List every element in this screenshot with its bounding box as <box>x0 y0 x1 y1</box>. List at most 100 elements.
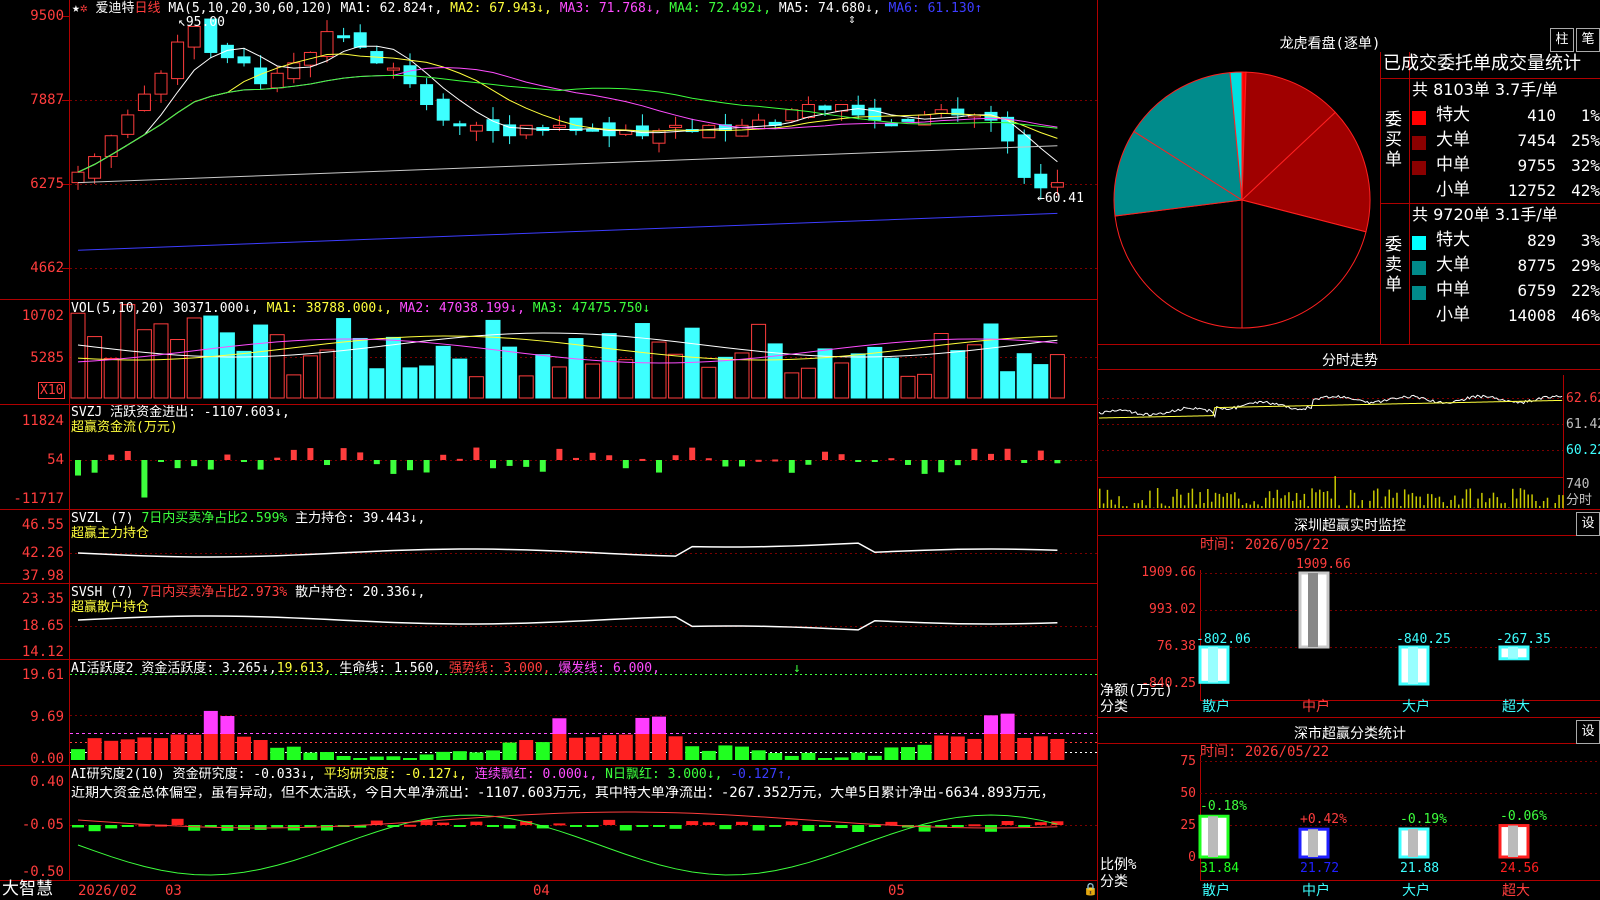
fenshi-ytick-1: 61.42 <box>1566 417 1600 432</box>
period-label[interactable]: 日线 <box>135 1 161 16</box>
ai1-base-bar <box>120 739 135 760</box>
volume-bar <box>800 367 816 399</box>
ai1-v4: 强势线: 3.000, <box>448 661 551 676</box>
ai1-base-bar <box>535 742 550 760</box>
svsh-hold: 散户持仓: 20.336↓, <box>295 585 426 600</box>
moving-average-layer <box>77 45 1058 251</box>
ai2-bar <box>453 825 466 827</box>
volume-bar <box>518 375 534 399</box>
tick-view-button[interactable]: 笔 <box>1576 28 1600 52</box>
ai2-bar <box>121 825 134 827</box>
vol-ma1: MA1: 38788.000↓, <box>266 301 392 316</box>
ai1-base-bar <box>286 746 301 760</box>
pie-slice-sell-3 <box>1114 199 1243 329</box>
svzj-bar <box>589 452 596 460</box>
ai2-bar <box>852 825 865 832</box>
intraday-volume-bar <box>1264 497 1267 508</box>
svsh-sub: 超赢散户持仓 <box>71 600 150 615</box>
ai1-v2: 19.613, <box>276 661 332 676</box>
ai2-bar <box>968 824 981 827</box>
order-type-label: 小单 <box>1436 305 1470 325</box>
ai2-bar <box>105 825 118 829</box>
ai2-v2: 平均研究度: -0.127↓, <box>323 767 468 782</box>
intraday-volume-bar <box>1272 497 1275 508</box>
legend-swatch <box>1412 286 1426 300</box>
volume-bar <box>900 375 916 399</box>
intraday-volume-bar <box>1207 489 1209 508</box>
ai2-bar <box>188 825 201 831</box>
intraday-volume-bar <box>1276 489 1279 508</box>
ai1-base-bar <box>154 738 168 760</box>
date-label-2: 04 <box>533 883 550 899</box>
intraday-volume-bar <box>1210 501 1213 508</box>
intraday-volume-bar <box>1149 490 1151 508</box>
monitor-settings-button[interactable]: 设 <box>1576 512 1600 536</box>
ai2-bar <box>570 825 582 827</box>
ai1-base-bar <box>486 750 500 760</box>
candlestick-layer <box>71 17 1064 200</box>
volume-bar <box>236 350 252 399</box>
lock-icon[interactable]: 🔒 <box>1083 883 1098 895</box>
ai2-bar <box>603 819 616 825</box>
legend-swatch <box>1412 136 1426 150</box>
classify-change-label: -0.19% <box>1400 811 1447 827</box>
candle-body <box>403 65 417 85</box>
legend-swatch <box>1412 186 1426 200</box>
intraday-volume-bar <box>1531 494 1533 508</box>
volume-bar <box>369 368 385 399</box>
classify-bar-shade <box>1208 816 1218 857</box>
candle-body <box>220 44 234 59</box>
classify-settings-button[interactable]: 设 <box>1576 720 1600 744</box>
svzj-bar <box>290 449 297 460</box>
intraday-volume-bar <box>1118 496 1120 508</box>
high-mark-value: 95.00 <box>185 15 225 30</box>
intraday-volume-bar <box>1330 498 1333 508</box>
monitor-ytick-2: 76.38 <box>1156 639 1196 654</box>
intraday-volume-bar <box>1315 492 1317 508</box>
ai1-base-bar <box>768 753 783 760</box>
volume-bar <box>419 365 435 399</box>
volume-bar <box>917 373 933 399</box>
ai1-top-bar <box>984 715 998 734</box>
intraday-volume-bar <box>1430 494 1433 508</box>
ai1-ytick-1: 9.69 <box>30 709 64 725</box>
order-count: 12752 <box>1507 181 1556 200</box>
ai1-base-bar <box>884 747 899 760</box>
ai1-base-bar <box>585 737 600 760</box>
gear-icon[interactable]: ✲ <box>80 1 88 16</box>
svzl-hold: 主力持仓: 39.443↓, <box>295 511 426 526</box>
ai1-base-bar <box>901 747 915 760</box>
intraday-volume-bar <box>1346 505 1348 508</box>
intraday-volume-bar <box>1407 494 1410 508</box>
ai1-base-bar <box>718 745 733 760</box>
legend-swatch <box>1412 261 1426 275</box>
svzj-bar <box>722 460 729 467</box>
volume-bar <box>684 327 700 399</box>
svzj-bar <box>224 454 231 460</box>
ai1-base-bar <box>867 755 882 760</box>
intraday-volume-bar <box>1199 492 1201 508</box>
star-icon[interactable]: ★ <box>72 1 80 16</box>
intraday-volume-bar <box>1446 506 1448 508</box>
candle-body <box>71 171 85 184</box>
ai2-ytick-1: -0.05 <box>21 817 64 833</box>
ai2-bar <box>254 825 267 830</box>
intraday-volume-bar <box>1214 492 1217 508</box>
svzj-bar <box>473 447 480 460</box>
brand-label: 大智慧 <box>2 879 53 899</box>
intraday-volume-bar <box>1172 496 1174 508</box>
chart-canvas <box>0 0 1600 900</box>
classify-ytick-0: 75 <box>1180 754 1196 769</box>
svzl-layer <box>77 542 1058 558</box>
ai1-base-bar <box>320 752 334 760</box>
intraday-volume-bar <box>1519 488 1522 508</box>
svzj-bar <box>622 460 629 469</box>
intraday-volume-bar <box>1492 492 1495 508</box>
bar-view-button[interactable]: 柱 <box>1550 28 1574 52</box>
classify-category-label: 大户 <box>1402 883 1430 899</box>
classify-value-label: 21.88 <box>1400 861 1440 876</box>
intraday-volume-bar <box>1539 505 1541 508</box>
intraday-volume-bar <box>1261 506 1263 508</box>
classify-ylabel: 比例% <box>1100 857 1137 873</box>
intraday-volume-bar <box>1319 489 1321 508</box>
